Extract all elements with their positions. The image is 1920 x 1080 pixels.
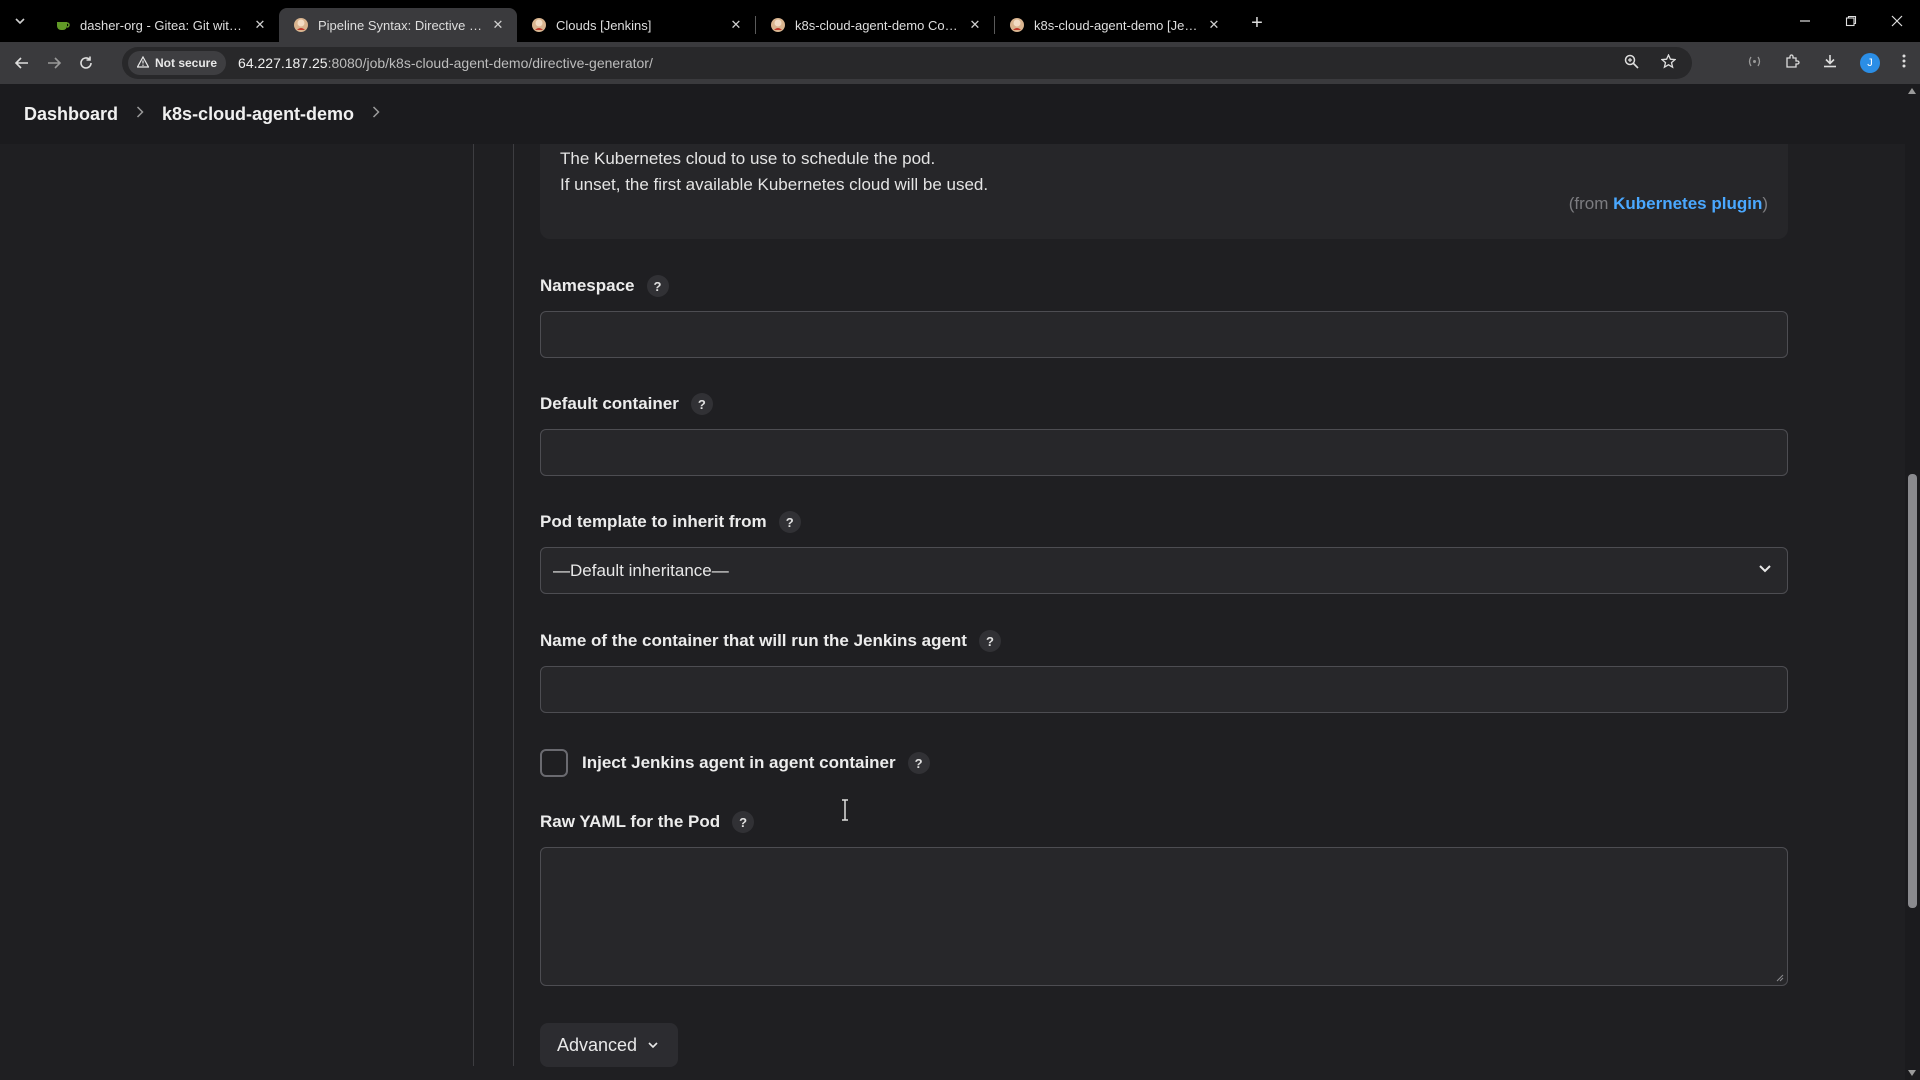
menu-dots-icon[interactable] [1902, 53, 1906, 73]
tab-title: Clouds [Jenkins] [556, 17, 652, 33]
jenkins-icon [1009, 17, 1025, 33]
forward-icon[interactable] [39, 48, 69, 78]
url-path: :8080/job/k8s-cloud-agent-demo/directive… [327, 55, 653, 71]
agent-container-label: Name of the container that will run the … [540, 630, 1001, 652]
namespace-input[interactable] [540, 311, 1788, 358]
close-icon[interactable]: ✕ [489, 16, 507, 34]
warning-icon [136, 55, 150, 71]
tab-search-icon[interactable] [7, 8, 33, 34]
tab-gitea[interactable]: dasher-org - Gitea: Git with a cup of te… [41, 8, 279, 42]
breadcrumb-job[interactable]: k8s-cloud-agent-demo [162, 104, 354, 125]
reload-icon[interactable] [71, 48, 101, 78]
close-icon[interactable]: ✕ [966, 16, 984, 34]
url-host: 64.227.187.25 [238, 55, 328, 71]
from-suffix: ) [1762, 194, 1768, 213]
default-container-input[interactable] [540, 429, 1788, 476]
scroll-up-icon[interactable] [1908, 88, 1916, 94]
gitea-icon [55, 17, 71, 33]
inject-agent-label[interactable]: Inject Jenkins agent in agent container [582, 753, 896, 773]
security-label: Not secure [155, 56, 218, 70]
inject-agent-row: Inject Jenkins agent in agent container … [540, 749, 930, 777]
browser-toolbar: Not secure 64.227.187.25:8080/job/k8s-cl… [0, 42, 1920, 84]
minimize-icon[interactable] [1782, 0, 1828, 42]
new-tab-icon[interactable]: + [1243, 9, 1271, 37]
advanced-button[interactable]: Advanced [540, 1023, 678, 1067]
close-icon[interactable]: ✕ [1205, 16, 1223, 34]
inject-agent-checkbox[interactable] [540, 749, 568, 777]
jenkins-icon [770, 17, 786, 33]
help-icon[interactable]: ? [732, 811, 755, 833]
page-content: The Kubernetes cloud to use to schedule … [0, 144, 1905, 1080]
address-bar[interactable]: Not secure 64.227.187.25:8080/job/k8s-cl… [122, 47, 1692, 79]
omnibox-actions [1624, 47, 1677, 79]
inherit-label-text: Pod template to inherit from [540, 512, 767, 531]
default-container-label: Default container ? [540, 393, 713, 415]
bookmark-star-icon[interactable] [1660, 52, 1677, 73]
inherit-selected-value: —Default inheritance— [553, 560, 729, 580]
url-text: 64.227.187.25:8080/job/k8s-cloud-agent-d… [238, 55, 653, 71]
security-chip[interactable]: Not secure [128, 51, 227, 75]
close-window-icon[interactable] [1874, 0, 1920, 42]
help-icon[interactable]: ? [690, 393, 713, 415]
agent-container-label-text: Name of the container that will run the … [540, 631, 967, 650]
restore-icon[interactable] [1828, 0, 1874, 42]
divider [473, 144, 474, 1066]
profile-avatar[interactable]: J [1860, 53, 1880, 73]
breadcrumb-dashboard[interactable]: Dashboard [24, 104, 118, 125]
help-line-1: The Kubernetes cloud to use to schedule … [560, 149, 936, 168]
from-prefix: (from [1568, 194, 1614, 213]
tab-title: dasher-org - Gitea: Git with a cup of te… [80, 17, 245, 33]
raw-yaml-textarea[interactable] [540, 847, 1788, 986]
jenkins-icon [531, 17, 547, 33]
divider [513, 144, 514, 1066]
zoom-icon[interactable] [1624, 54, 1639, 73]
help-icon[interactable]: ? [778, 511, 801, 533]
agent-container-input[interactable] [540, 666, 1788, 713]
tab-title: k8s-cloud-agent-demo [Jenkins] [1034, 17, 1199, 33]
close-icon[interactable]: ✕ [727, 16, 745, 34]
tab-config[interactable]: k8s-cloud-agent-demo Config [Jenkins] ✕ [756, 8, 994, 42]
download-icon[interactable] [1822, 53, 1838, 73]
scroll-thumb[interactable] [1908, 474, 1917, 908]
breadcrumb: Dashboard k8s-cloud-agent-demo [0, 84, 1905, 144]
raw-yaml-label: Raw YAML for the Pod ? [540, 811, 755, 833]
toolbar-right: J [1747, 42, 1906, 84]
tab-clouds[interactable]: Clouds [Jenkins] ✕ [517, 8, 755, 42]
browser-tabstrip: dasher-org - Gitea: Git with a cup of te… [0, 0, 1920, 42]
inherit-label: Pod template to inherit from ? [540, 511, 801, 533]
namespace-label: Namespace ? [540, 275, 669, 297]
namespace-label-text: Namespace [540, 276, 635, 295]
cloud-help-box: The Kubernetes cloud to use to schedule … [540, 144, 1788, 239]
window-controls [1782, 0, 1920, 42]
tab-title: Pipeline Syntax: Directive Generator [318, 17, 483, 33]
help-icon[interactable]: ? [978, 630, 1001, 652]
tab-pipeline-syntax[interactable]: Pipeline Syntax: Directive Generator ✕ [279, 8, 517, 42]
page-scrollbar[interactable] [1905, 84, 1920, 1080]
help-source: (from Kubernetes plugin) [1569, 194, 1768, 214]
raw-yaml-label-text: Raw YAML for the Pod [540, 812, 721, 831]
tab-job[interactable]: k8s-cloud-agent-demo [Jenkins] ✕ [995, 8, 1233, 42]
resize-handle-icon[interactable] [1774, 972, 1784, 982]
chevron-down-icon [1757, 560, 1773, 581]
chevron-right-icon[interactable] [372, 105, 380, 123]
advanced-label: Advanced [557, 1034, 638, 1055]
chevron-down-icon [647, 1035, 659, 1056]
kubernetes-plugin-link[interactable]: Kubernetes plugin [1613, 194, 1762, 213]
inherit-select[interactable]: —Default inheritance— [540, 547, 1788, 594]
tab-title: k8s-cloud-agent-demo Config [Jenkins] [795, 17, 960, 33]
close-icon[interactable]: ✕ [251, 16, 269, 34]
chevron-right-icon [136, 105, 144, 123]
help-icon[interactable]: ? [646, 275, 669, 297]
media-icon[interactable] [1747, 54, 1762, 73]
jenkins-icon [293, 17, 309, 33]
help-icon[interactable]: ? [907, 752, 930, 774]
scroll-down-icon[interactable] [1908, 1070, 1916, 1076]
text-cursor-icon [840, 799, 850, 826]
back-icon[interactable] [7, 48, 37, 78]
extensions-icon[interactable] [1784, 53, 1800, 73]
default-container-label-text: Default container [540, 394, 679, 413]
